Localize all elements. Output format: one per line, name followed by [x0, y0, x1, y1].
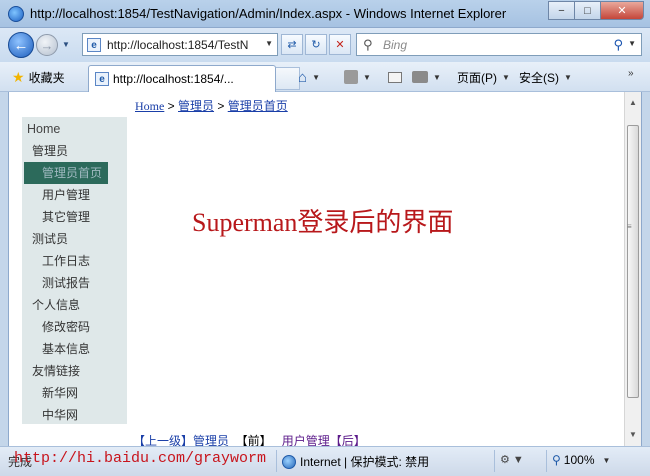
breadcrumb: Home > 管理员 > 管理员首页	[135, 97, 288, 114]
compatibility-view-button[interactable]: ⇄	[281, 34, 303, 55]
sidebar-item-4[interactable]: 其它管理	[22, 206, 127, 228]
vertical-scrollbar[interactable]: ▲ ≡ ▼	[624, 92, 641, 446]
current-marker: 【前】	[229, 434, 282, 446]
title-bar: http://localhost:1854/TestNavigation/Adm…	[0, 0, 650, 28]
change-zoom-tools-icon[interactable]: ⚙ ▼	[500, 453, 524, 466]
security-zone-label: Internet | 保护模式: 禁用	[300, 455, 430, 469]
address-dropdown-icon[interactable]: ▼	[265, 39, 273, 48]
status-divider	[276, 450, 277, 472]
security-zone[interactable]: Internet | 保护模式: 禁用	[282, 453, 429, 470]
favorites-button[interactable]: ★ 收藏夹	[12, 69, 65, 86]
zoom-value: 100%	[563, 453, 595, 467]
favorites-label: 收藏夹	[28, 71, 65, 85]
close-button[interactable]: ✕	[600, 1, 644, 20]
chevron-down-icon: ▼	[363, 72, 371, 82]
page-heading: Superman登录后的界面	[192, 208, 454, 237]
mail-icon	[388, 71, 402, 83]
navigation-bar: ← → ▼ e http://localhost:1854/TestN ▼ ⇄ …	[0, 28, 650, 62]
sidebar-item-6[interactable]: 工作日志	[22, 250, 127, 272]
zoom-level[interactable]: ⚲ 100% ▼	[552, 453, 610, 467]
page-icon: e	[95, 72, 109, 86]
address-bar[interactable]: e http://localhost:1854/TestN ▼	[82, 33, 278, 56]
scrollbar-thumb[interactable]	[627, 125, 639, 398]
sidebar-item-5[interactable]: 测试员	[22, 228, 127, 250]
chevron-down-icon: ▼	[564, 72, 572, 82]
chevron-down-icon: ▼	[602, 455, 611, 465]
globe-icon	[282, 454, 296, 469]
search-icon[interactable]: ⚲	[613, 37, 623, 53]
home-button[interactable]: ⌂ ▼	[298, 68, 320, 86]
search-options-dropdown-icon[interactable]: ▼	[628, 39, 636, 48]
status-divider	[494, 450, 495, 472]
sidebar-item-11[interactable]: 友情链接	[22, 360, 127, 382]
search-provider-icon: ⚲	[363, 37, 373, 52]
address-input[interactable]: http://localhost:1854/TestN	[107, 38, 257, 52]
page-icon: e	[87, 38, 101, 52]
home-icon: ⌂	[298, 68, 308, 86]
sidebar-item-8[interactable]: 个人信息	[22, 294, 127, 316]
sidebar-item-12[interactable]: 新华网	[22, 382, 127, 404]
page-navigation: 【上一级】管理员 【前】 用户管理【后】	[133, 432, 366, 446]
search-input[interactable]: Bing	[383, 38, 407, 52]
sidebar-menu: Home 管理员 管理员首页 用户管理 其它管理 测试员 工作日志 测试报告 个人信息 修改密码基…	[22, 117, 127, 424]
printer-icon	[412, 71, 428, 83]
forward-button[interactable]: →	[36, 34, 58, 56]
chevron-down-icon: ▼	[312, 72, 320, 82]
status-bar: 完成 http://hi.baidu.com/grayworm Internet…	[0, 446, 650, 476]
page-menu[interactable]: 页面(P) ▼	[457, 68, 510, 86]
magnifier-icon: ⚲	[552, 453, 561, 467]
sidebar-item-10[interactable]: 基本信息	[22, 338, 127, 360]
window-title: http://localhost:1854/TestNavigation/Adm…	[30, 6, 507, 21]
prev-level-link[interactable]: 【上一级】管理员	[133, 434, 229, 446]
breadcrumb-separator: >	[214, 99, 228, 113]
tab-title: http://localhost:1854/...	[113, 72, 234, 86]
chevron-down-icon: ▼	[433, 72, 441, 82]
maximize-button[interactable]: □	[574, 1, 600, 20]
search-box[interactable]: ⚲ Bing ⚲ ▼	[356, 33, 642, 56]
back-button[interactable]: ←	[8, 32, 34, 58]
print-button[interactable]: ▼	[412, 68, 441, 86]
url-watermark: http://hi.baidu.com/grayworm	[14, 450, 267, 467]
window-controls: − □ ✕	[548, 1, 644, 20]
sidebar-item-13[interactable]: 中华网	[22, 404, 127, 426]
sidebar-item-3[interactable]: 用户管理	[22, 184, 127, 206]
safety-menu-label: 安全(S)	[519, 70, 559, 85]
ie-logo-icon	[8, 6, 24, 22]
rss-feed-icon	[344, 70, 358, 84]
more-commands-icon[interactable]: »	[628, 64, 634, 82]
star-icon: ★	[12, 69, 25, 85]
scroll-down-icon[interactable]: ▼	[627, 428, 639, 442]
breadcrumb-home-link[interactable]: Home	[135, 99, 164, 113]
sidebar-home[interactable]: Home	[22, 118, 127, 140]
breadcrumb-admin-link[interactable]: 管理员	[178, 99, 214, 113]
minimize-button[interactable]: −	[548, 1, 574, 20]
refresh-button[interactable]: ↻	[305, 34, 327, 55]
chevron-down-icon: ▼	[502, 72, 510, 82]
sidebar-item-9[interactable]: 修改密码	[22, 316, 127, 338]
sidebar-item-7[interactable]: 测试报告	[22, 272, 127, 294]
safety-menu[interactable]: 安全(S) ▼	[519, 68, 572, 86]
page-menu-label: 页面(P)	[457, 70, 497, 85]
read-mail-button[interactable]	[388, 68, 402, 86]
sidebar-item-1[interactable]: 管理员	[22, 140, 127, 162]
grip-icon: ≡	[627, 222, 632, 231]
recent-pages-dropdown[interactable]: ▼	[62, 40, 72, 50]
breadcrumb-separator: >	[164, 99, 179, 113]
tab-current[interactable]: e http://localhost:1854/...	[88, 65, 276, 92]
page-content: Home > 管理员 > 管理员首页 Home 管理员 管理员首页 用户管理 其它管理测…	[8, 92, 642, 446]
breadcrumb-current-link[interactable]: 管理员首页	[228, 99, 288, 113]
feeds-button[interactable]: ▼	[344, 68, 371, 86]
status-divider	[546, 450, 547, 472]
next-page-link[interactable]: 用户管理【后】	[282, 434, 366, 446]
scroll-up-icon[interactable]: ▲	[627, 96, 639, 110]
tab-bar: ★ 收藏夹 e http://localhost:1854/... ⌂ ▼ ▼ ▼…	[0, 62, 650, 92]
sidebar-item-2[interactable]: 管理员首页	[24, 162, 108, 184]
new-tab-button[interactable]	[276, 67, 300, 90]
stop-button[interactable]: ✕	[329, 34, 351, 55]
